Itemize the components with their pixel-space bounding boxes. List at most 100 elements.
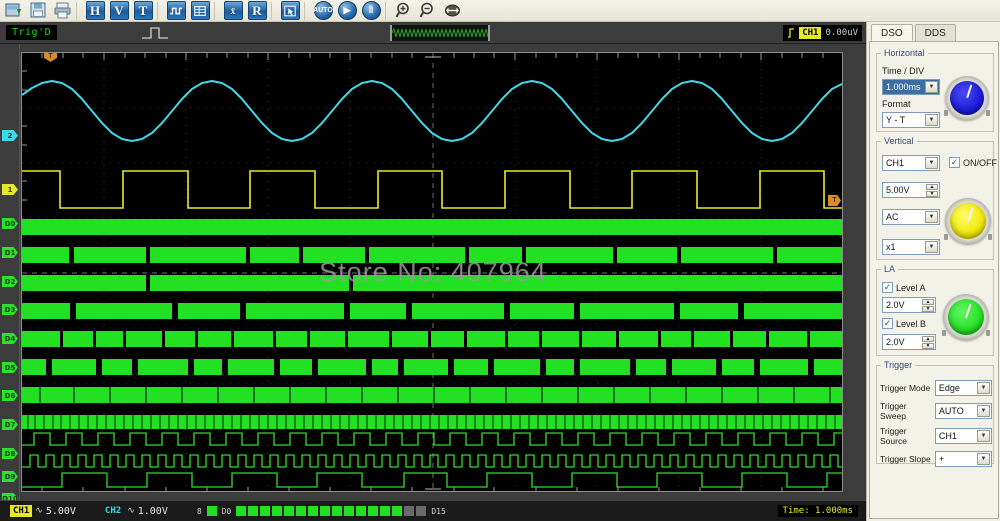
knob-nub-right: [986, 330, 990, 336]
digital-indicator-d9[interactable]: [344, 506, 354, 516]
auto-set-icon: AUTO: [314, 1, 333, 20]
level-a-value: 2.0V: [886, 300, 905, 310]
channel-marker-ch1[interactable]: 1: [2, 184, 18, 195]
digital-indicator-d6[interactable]: [308, 506, 318, 516]
tab-dds[interactable]: DDS: [915, 24, 956, 41]
scope-display-area[interactable]: 2 1 D0 D1 D2 D3 D4 D5: [0, 44, 866, 500]
time-div-select[interactable]: 1.000ms ▼: [882, 79, 940, 95]
digital-indicator-d8[interactable]: [332, 506, 342, 516]
digital-indicator-d14[interactable]: [404, 506, 414, 516]
open-file-button[interactable]: [3, 0, 25, 21]
scope-bottom-status-bar: CH1 ∿ 5.00V CH2 ∿ 1.00V 8 D0: [0, 500, 866, 521]
logic-analyzer-button[interactable]: [165, 0, 187, 21]
vertical-legend: Vertical: [881, 136, 917, 146]
level-b-label: Level B: [896, 319, 926, 329]
trigger-source-select[interactable]: CH1 ▼: [935, 428, 992, 444]
trigger-legend: Trigger: [881, 360, 915, 370]
digital-indicator-d7[interactable]: [320, 506, 330, 516]
digital-indicator-d12[interactable]: [380, 506, 390, 516]
trigger-slope-select[interactable]: + ▼: [935, 451, 992, 467]
run-button[interactable]: ▶: [336, 0, 358, 21]
chevron-down-icon: ▼: [925, 157, 938, 169]
scope-top-status-bar: Trig'D CH1 0.00uV: [0, 22, 866, 44]
channel-marker-d4[interactable]: D4: [2, 333, 18, 344]
channel-marker-d1[interactable]: D1: [2, 247, 18, 258]
checkbox-checked-icon: ✓: [882, 318, 893, 329]
vertical-position-knob[interactable]: [945, 198, 991, 244]
digital-indicator-d2[interactable]: [260, 506, 270, 516]
horizontal-position-knob[interactable]: [945, 76, 989, 120]
checkbox-checked-icon: ✓: [949, 157, 960, 168]
digital-indicator-d3[interactable]: [272, 506, 282, 516]
overview-waveform: [392, 25, 490, 41]
probe-attenuation-select[interactable]: x1 ▼: [882, 239, 940, 255]
spinner-down-icon[interactable]: ▼: [922, 306, 934, 312]
pause-icon: ‖: [362, 1, 381, 20]
channel-onoff-checkbox[interactable]: ✓ ON/OFF: [949, 157, 997, 168]
spinner-up-icon[interactable]: ▲: [922, 299, 934, 305]
level-a-checkbox[interactable]: ✓ Level A: [882, 282, 926, 293]
channel-marker-d0[interactable]: D0: [2, 218, 18, 229]
horizontal-button[interactable]: H: [84, 0, 106, 21]
coupling-select[interactable]: AC ▼: [882, 209, 940, 225]
measure-button[interactable]: x̄: [222, 0, 244, 21]
level-b-checkbox[interactable]: ✓ Level B: [882, 318, 926, 329]
zoom-in-button[interactable]: [393, 0, 415, 21]
level-b-spinner[interactable]: 2.0V ▲ ▼: [882, 334, 936, 350]
waveform-overview-strip[interactable]: [390, 25, 490, 41]
save-file-button[interactable]: [27, 0, 49, 21]
digital-indicator-d4[interactable]: [284, 506, 294, 516]
ch2-status[interactable]: CH2 ∿ 1.00V: [102, 505, 168, 517]
digital-indicator-d5[interactable]: [296, 506, 306, 516]
trigger-source-row: Trigger Source CH1 ▼: [880, 426, 992, 446]
volts-div-spinner[interactable]: 5.00V ▲ ▼: [882, 182, 940, 198]
spinner-up-icon[interactable]: ▲: [922, 336, 934, 342]
digital-d0-label: D0: [222, 507, 232, 516]
knob-nub-left: [942, 330, 946, 336]
trigger-sweep-select[interactable]: AUTO ▼: [935, 403, 992, 419]
vertical-button[interactable]: V: [108, 0, 130, 21]
digital-indicator-group[interactable]: [207, 506, 217, 516]
data-list-button[interactable]: [189, 0, 211, 21]
digital-indicator-d0[interactable]: [236, 506, 246, 516]
channel-marker-ch2[interactable]: 2: [2, 130, 18, 141]
waveform-grid[interactable]: Store No: 407964 T T: [21, 52, 843, 492]
print-button[interactable]: [51, 0, 73, 21]
cursor-select-button[interactable]: [279, 0, 301, 21]
spinner-down-icon[interactable]: ▼: [926, 191, 938, 197]
toolbar-separator: [271, 2, 276, 20]
vertical-channel-select[interactable]: CH1 ▼: [882, 155, 940, 171]
digital-indicator-d15[interactable]: [416, 506, 426, 516]
pause-button[interactable]: ‖: [360, 0, 382, 21]
record-button[interactable]: R: [246, 0, 268, 21]
trigger-button[interactable]: T: [132, 0, 154, 21]
ch1-label: CH1: [10, 505, 32, 517]
knob-nub-right: [988, 234, 992, 240]
chevron-down-icon: ▼: [977, 430, 990, 442]
tab-dso[interactable]: DSO: [871, 24, 913, 41]
digital-indicator-d13[interactable]: [392, 506, 402, 516]
ch1-status[interactable]: CH1 ∿ 5.00V: [10, 505, 76, 517]
digital-indicator-d1[interactable]: [248, 506, 258, 516]
control-panel: DSO DDS Horizontal Time / DIV 1.000ms ▼ …: [866, 22, 1000, 521]
digital-indicator-d10[interactable]: [356, 506, 366, 516]
chevron-down-icon: ▼: [925, 81, 938, 93]
horizontal-legend: Horizontal: [881, 48, 928, 58]
fit-width-button[interactable]: [441, 0, 463, 21]
spinner-up-icon[interactable]: ▲: [926, 184, 938, 190]
channel-marker-d5[interactable]: D5: [2, 362, 18, 373]
spinner-down-icon[interactable]: ▼: [922, 343, 934, 349]
format-label: Format: [882, 99, 911, 109]
level-a-spinner[interactable]: 2.0V ▲ ▼: [882, 297, 936, 313]
chevron-down-icon: ▼: [977, 453, 990, 465]
toolbar-separator: [214, 2, 219, 20]
zoom-out-button[interactable]: [417, 0, 439, 21]
channel-marker-d2[interactable]: D2: [2, 276, 18, 287]
trigger-mode-select[interactable]: Edge ▼: [935, 380, 992, 396]
la-level-knob[interactable]: [943, 294, 989, 340]
auto-set-button[interactable]: AUTO: [312, 0, 334, 21]
digital-indicator-d11[interactable]: [368, 506, 378, 516]
knob-nub-left: [944, 234, 948, 240]
format-select[interactable]: Y - T ▼: [882, 112, 940, 128]
channel-marker-d3[interactable]: D3: [2, 304, 18, 315]
